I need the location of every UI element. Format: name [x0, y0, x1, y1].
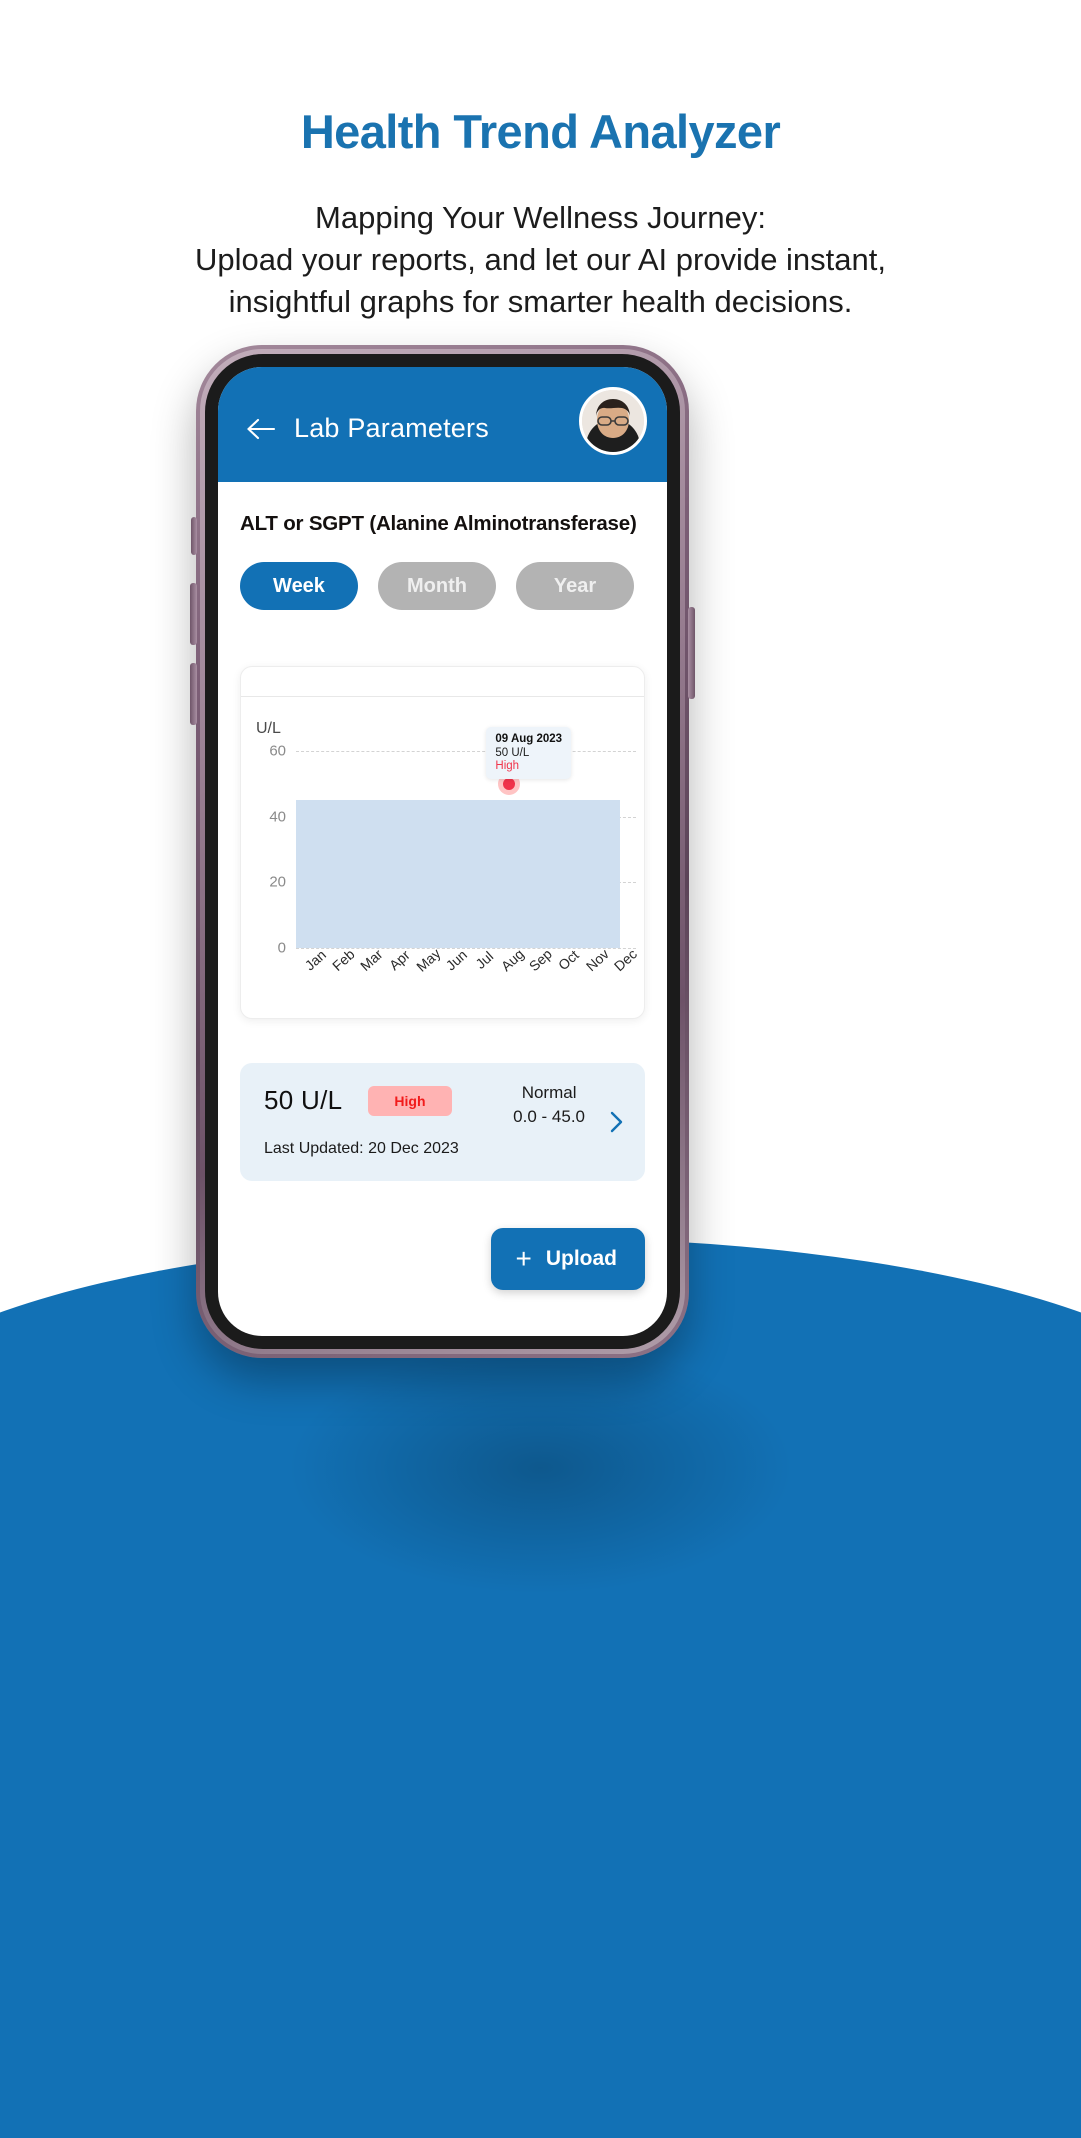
phone-mute-switch[interactable] [191, 517, 197, 555]
header-title: Lab Parameters [294, 413, 489, 443]
app-body: ALT or SGPT (Alanine Alminotransferase) … [218, 512, 667, 1290]
subtitle-line-3: insightful graphs for smarter health dec… [228, 284, 853, 320]
chevron-right-icon[interactable] [603, 1109, 629, 1135]
tooltip-value: 50 U/L [495, 747, 530, 760]
x-label-aug: Aug [497, 945, 528, 975]
x-label-jun: Jun [442, 946, 470, 974]
chart-y-axis: 60 40 20 0 [256, 743, 290, 957]
chart-card-divider [241, 696, 644, 697]
phone-power-button[interactable] [688, 607, 695, 699]
subtitle-line-1: Mapping Your Wellness Journey: [315, 200, 766, 235]
tab-year[interactable]: Year [516, 562, 634, 610]
y-tick-40: 40 [269, 808, 286, 826]
tooltip-status: High [495, 760, 520, 773]
x-label-oct: Oct [555, 946, 583, 974]
chart-plot-area: 60 40 20 0 09 Aug 2023 50 U/L High [256, 727, 636, 957]
app-header: Lab Parameters [218, 367, 667, 482]
y-tick-20: 20 [269, 873, 286, 891]
status-badge: High [368, 1085, 452, 1116]
result-card[interactable]: 50 U/L High Normal 0.0 - 45.0 Last Updat… [240, 1063, 645, 1181]
y-tick-0: 0 [277, 939, 286, 957]
x-label-nov: Nov [582, 945, 612, 975]
chart-grid: 09 Aug 2023 50 U/L High [296, 727, 636, 949]
page-title: Health Trend Analyzer [300, 105, 781, 158]
normal-label: Normal [521, 1083, 577, 1102]
tab-week[interactable]: Week [240, 562, 358, 610]
x-label-apr: Apr [386, 946, 414, 974]
upload-button-label: Upload [545, 1247, 617, 1270]
normal-range-block: Normal 0.0 - 45.0 [513, 1083, 585, 1127]
phone-screen: Lab Parameters ALT or SGPT (Alanine Almi… [218, 367, 667, 1336]
x-label-sep: Sep [526, 945, 556, 975]
hero-section: Health Trend Analyzer Mapping Your Welln… [0, 0, 1081, 323]
phone-volume-up-button[interactable] [190, 583, 197, 645]
arrow-left-icon[interactable] [244, 412, 278, 446]
page-subtitle: Mapping Your Wellness Journey: Upload yo… [0, 197, 1081, 323]
chart-unit-label: U/L [256, 720, 281, 737]
normal-range-value: 0.0 - 45.0 [513, 1107, 585, 1126]
chart-tooltip: 09 Aug 2023 50 U/L High [486, 727, 572, 780]
x-label-jan: Jan [301, 946, 329, 974]
tab-month[interactable]: Month [378, 562, 496, 610]
x-label-dec: Dec [610, 945, 640, 975]
avatar[interactable] [579, 387, 647, 455]
chart-card: U/L 60 40 20 0 09 Aug 2023 50 U/L High J… [240, 666, 645, 1019]
plus-icon: + [515, 1243, 532, 1274]
upload-button[interactable]: + Upload [491, 1228, 645, 1290]
gridline-60 [296, 751, 636, 752]
chart-x-axis: Jan Feb Mar Apr May Jun Jul Aug Sep Oct … [296, 945, 639, 1004]
x-label-may: May [412, 945, 444, 975]
tooltip-date: 09 Aug 2023 [495, 733, 563, 746]
result-value: 50 U/L [264, 1085, 343, 1115]
phone-mockup: Lab Parameters ALT or SGPT (Alanine Almi… [190, 345, 695, 1358]
phone-volume-down-button[interactable] [190, 663, 197, 725]
time-range-tabs: Week Month Year [240, 562, 645, 610]
avatar-image [582, 390, 644, 452]
subtitle-line-2: Upload your reports, and let our AI prov… [194, 242, 886, 278]
parameter-name: ALT or SGPT (Alanine Alminotransferase) [240, 512, 637, 535]
x-label-mar: Mar [357, 945, 386, 974]
background-swoosh [0, 1238, 1081, 2138]
chart-area-band [296, 800, 620, 948]
x-label-feb: Feb [329, 945, 358, 974]
last-updated-text: Last Updated: 20 Dec 2023 [264, 1140, 459, 1157]
y-tick-60: 60 [269, 742, 286, 760]
x-label-jul: Jul [472, 948, 497, 972]
